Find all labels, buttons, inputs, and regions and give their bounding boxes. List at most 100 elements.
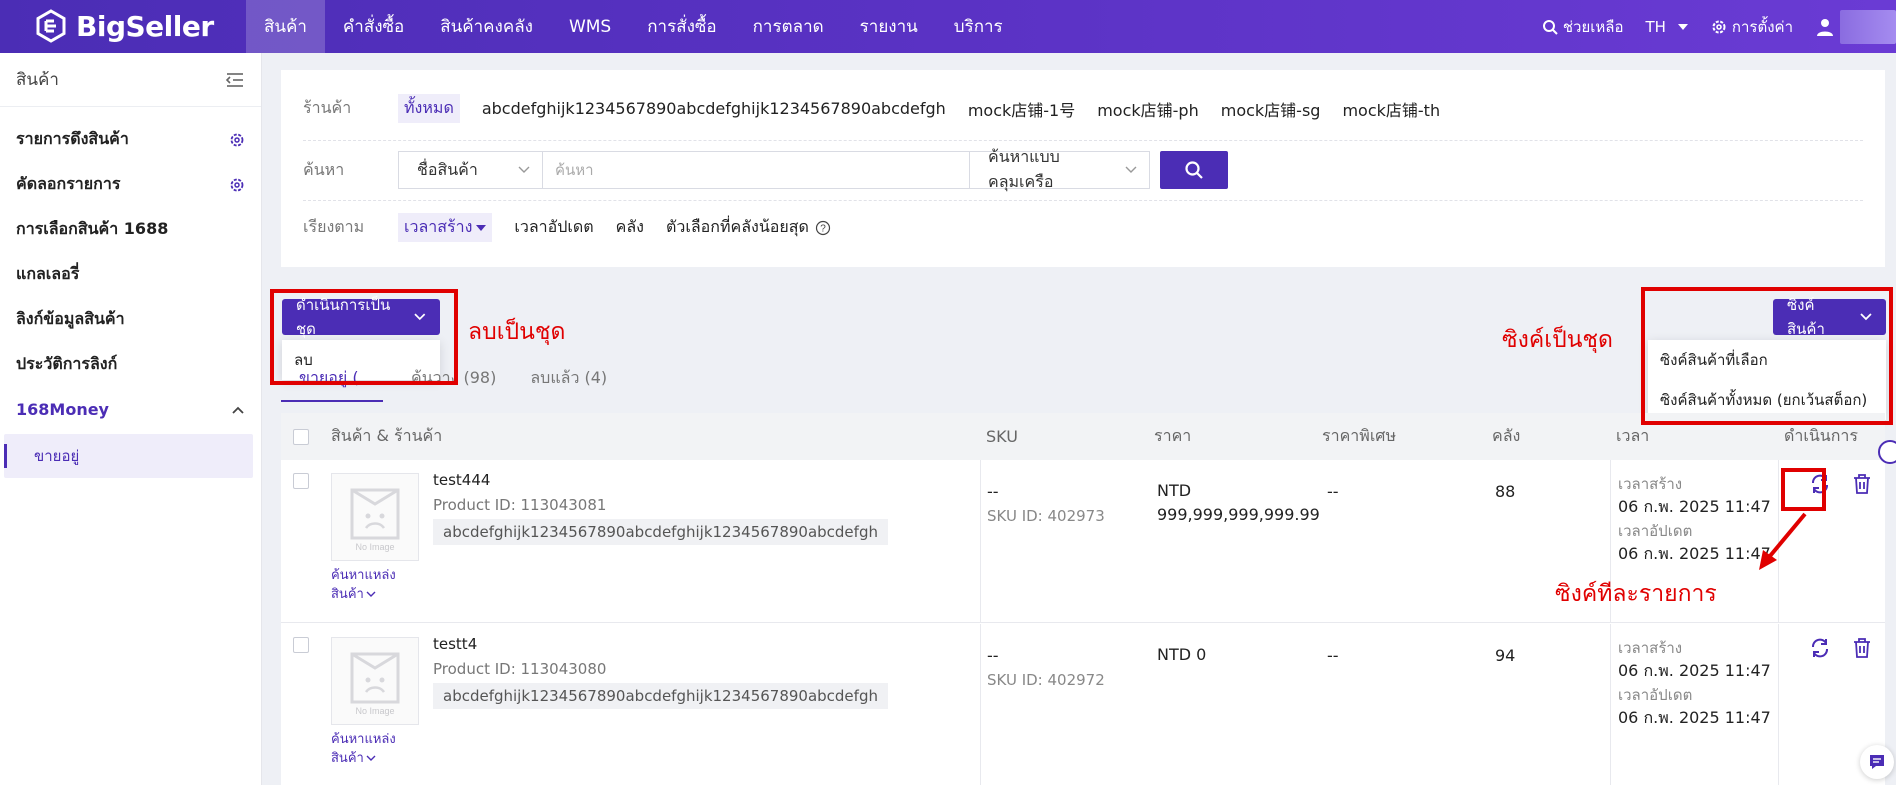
checkbox[interactable] — [293, 473, 309, 489]
store-option-all[interactable]: ทั้งหมด — [398, 94, 460, 123]
language-select[interactable]: TH — [1645, 18, 1688, 36]
scroll-indicator[interactable] — [1878, 440, 1896, 464]
nav-wms[interactable]: WMS — [551, 0, 629, 53]
nav-marketing[interactable]: การตลาด — [735, 0, 842, 53]
price-value: 999,999,999,999.99 — [1157, 505, 1320, 524]
logo-text: BigSeller — [76, 9, 214, 43]
top-right-menu: ช่วยเหลือ TH การตั้งค่า — [1542, 0, 1896, 53]
search-field-select[interactable]: ชื่อสินค้า — [398, 151, 543, 189]
divider — [1778, 624, 1779, 785]
annotation-bulk-sync: ซิงค์เป็นชุด — [1502, 327, 1613, 353]
row-checkbox[interactable] — [293, 473, 309, 489]
created-label: เวลาสร้าง — [1618, 475, 1683, 493]
divider — [980, 460, 981, 623]
product-thumbnail: No Image — [331, 637, 419, 725]
help-link[interactable]: ช่วยเหลือ — [1542, 15, 1624, 39]
sort-label: เรียงตาม — [303, 217, 365, 236]
find-source-line2-text: สินค้า — [331, 587, 364, 602]
sort-option-min-stock[interactable]: ตัวเลือกที่คลังน้อยสุด ? — [666, 215, 831, 240]
sidebar-item-link-data[interactable]: ลิงก์ข้อมูลสินค้า — [0, 297, 261, 342]
store-option[interactable]: abcdefghijk1234567890abcdefghijk12345678… — [482, 99, 946, 118]
product-name[interactable]: testt4 — [433, 635, 477, 653]
sort-option-created[interactable]: เวลาสร้าง — [398, 213, 493, 242]
nav-purchase[interactable]: การสั่งซื้อ — [629, 0, 734, 53]
annotation-row-sync: ซิงค์ทีละรายการ — [1555, 581, 1717, 607]
gear-icon[interactable] — [229, 177, 245, 193]
created-label: เวลาสร้าง — [1618, 639, 1683, 657]
trash-icon[interactable] — [1851, 473, 1873, 495]
top-nav: สินค้า คำสั่งซื้อ สินค้าคงคลัง WMS การสั… — [246, 0, 1021, 53]
annotation-arrow — [1759, 512, 1807, 570]
sidebar-item-label: รายการดึงสินค้า — [16, 129, 129, 148]
find-source-link[interactable]: ค้นหาแหล่ง สินค้า — [331, 566, 396, 604]
row-checkbox[interactable] — [293, 637, 309, 653]
nav-orders[interactable]: คำสั่งซื้อ — [325, 0, 422, 53]
column-header-price: ราคา — [1154, 426, 1192, 445]
find-source-line1: ค้นหาแหล่ง — [331, 568, 396, 583]
sku-value: -- — [987, 646, 999, 665]
no-image-text: No Image — [355, 706, 394, 716]
sort-option-stock[interactable]: คลัง — [616, 215, 644, 240]
sort-option-label: ตัวเลือกที่คลังน้อยสุด — [666, 217, 809, 236]
search-button[interactable] — [1160, 151, 1228, 189]
feedback-button[interactable] — [1860, 745, 1894, 779]
store-option[interactable]: mock店铺-th — [1342, 97, 1440, 121]
svg-text:?: ? — [820, 223, 826, 234]
search-icon — [1185, 161, 1203, 179]
checkbox[interactable] — [293, 637, 309, 653]
search-mode-value: ค้นหาแบบคลุมเครือ — [988, 147, 1060, 191]
nav-inventory[interactable]: สินค้าคงคลัง — [422, 0, 551, 53]
no-image-icon: No Image — [350, 652, 400, 716]
store-option[interactable]: mock店铺-sg — [1221, 97, 1321, 121]
trash-icon[interactable] — [1851, 637, 1873, 659]
sidebar-item-pull-products[interactable]: รายการดึงสินค้า — [0, 117, 261, 162]
search-field-value: ชื่อสินค้า — [417, 159, 478, 179]
created-time: 06 ก.พ. 2025 11:47 — [1618, 497, 1771, 516]
sidebar-item-gallery[interactable]: แกลเลอรี่ — [0, 252, 261, 297]
tab-deleted[interactable]: ลบแล้ว (4) — [514, 366, 625, 402]
annotation-bulk-delete: ลบเป็นชุด — [468, 319, 566, 345]
help-label: ช่วยเหลือ — [1562, 17, 1624, 36]
sort-row: เรียงตาม เวลาสร้าง เวลาอัปเดต คลัง ตัวเล… — [303, 213, 853, 242]
select-all-checkbox[interactable] — [293, 413, 309, 460]
logo[interactable]: BigSeller — [34, 8, 214, 44]
sidebar-item-label: ลิงก์ข้อมูลสินค้า — [16, 309, 125, 328]
stock-value: 94 — [1495, 646, 1516, 665]
gear-icon[interactable] — [229, 132, 245, 148]
search-mode-select[interactable]: ค้นหาแบบคลุมเครือ — [970, 147, 1150, 191]
store-tag: abcdefghijk1234567890abcdefghijk12345678… — [433, 683, 888, 709]
checkbox[interactable] — [293, 428, 309, 445]
chevron-up-icon — [232, 406, 244, 414]
nav-products[interactable]: สินค้า — [246, 0, 325, 53]
no-image-text: No Image — [355, 542, 394, 552]
divider — [1610, 624, 1611, 785]
sidebar-group-168money[interactable]: 168Money — [0, 387, 261, 432]
help-icon[interactable]: ? — [815, 220, 831, 236]
sidebar-item-label: การเลือกสินค้า 1688 — [16, 219, 169, 238]
sync-icon[interactable] — [1809, 637, 1831, 659]
store-filter-row: ร้านค้า ทั้งหมด abcdefghijk1234567890abc… — [303, 94, 1462, 123]
sidebar-item-copy-listings[interactable]: คัดลอกรายการ — [0, 162, 261, 207]
sidebar-title: สินค้า — [16, 70, 59, 90]
sidebar-list: รายการดึงสินค้า คัดลอกรายการ การเลือกสิน… — [0, 107, 261, 478]
sku-id: SKU ID: 402973 — [987, 507, 1105, 525]
updated-label: เวลาอัปเดต — [1618, 522, 1693, 540]
sidebar-item-1688[interactable]: การเลือกสินค้า 1688 — [0, 207, 261, 252]
language-label: TH — [1645, 17, 1666, 36]
store-option[interactable]: mock店铺-1号 — [968, 97, 1075, 121]
updated-time: 06 ก.พ. 2025 11:47 — [1618, 544, 1771, 563]
sidebar-item-link-history[interactable]: ประวัติการลิงก์ — [0, 342, 261, 387]
store-option[interactable]: mock店铺-ph — [1097, 97, 1199, 121]
nav-reports[interactable]: รายงาน — [842, 0, 936, 53]
nav-services[interactable]: บริการ — [936, 0, 1021, 53]
sort-option-updated[interactable]: เวลาอัปเดต — [514, 215, 593, 240]
user-menu[interactable] — [1815, 9, 1896, 44]
find-source-link[interactable]: ค้นหาแหล่ง สินค้า — [331, 730, 396, 768]
search-input[interactable]: ค้นหา — [543, 151, 970, 189]
settings-link[interactable]: การตั้งค่า — [1711, 15, 1793, 39]
collapse-sidebar-icon[interactable] — [225, 72, 245, 88]
sidebar-item-active-listings[interactable]: ขายอยู่ — [4, 434, 253, 478]
product-name[interactable]: test444 — [433, 471, 490, 489]
store-tag: abcdefghijk1234567890abcdefghijk12345678… — [433, 519, 888, 545]
search-icon — [1542, 19, 1558, 35]
